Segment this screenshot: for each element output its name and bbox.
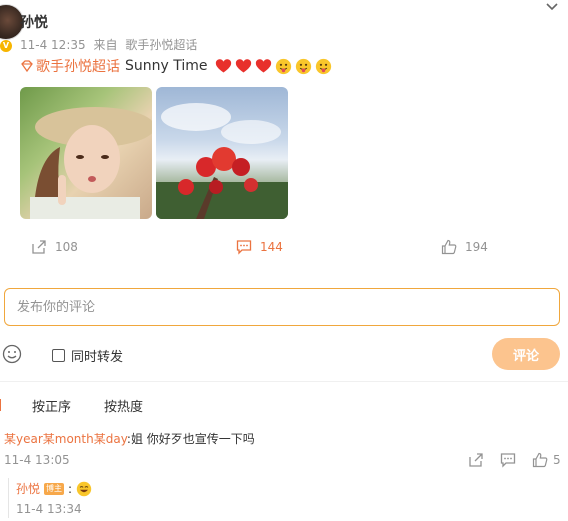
active-sort-indicator	[0, 399, 1, 411]
tongue-face-emoji-icon	[315, 58, 331, 74]
reply-text: :	[68, 481, 73, 496]
post-images	[20, 87, 288, 219]
repost-checkbox[interactable]: 同时转发	[52, 346, 123, 365]
heart-emoji-icon	[235, 58, 251, 72]
share-button[interactable]: 108	[31, 239, 78, 255]
post-source-prefix: 来自	[93, 38, 118, 52]
share-icon[interactable]	[468, 452, 484, 468]
post-source[interactable]: 歌手孙悦超话	[125, 38, 197, 52]
composer-toolbar: 同时转发 评论	[0, 338, 568, 370]
verified-badge-icon: V	[0, 40, 12, 52]
post-action-bar: 108 144 194	[0, 239, 568, 259]
like-count: 194	[465, 240, 488, 254]
comment-icon	[236, 240, 252, 255]
tongue-face-emoji-icon	[295, 58, 311, 74]
reply-user[interactable]: 孙悦	[16, 480, 40, 497]
comment-text: :姐 你好歹也宣传一下吗	[126, 432, 255, 446]
post-meta: 11-4 12:35 来自 歌手孙悦超话	[20, 36, 201, 53]
comment-icon[interactable]	[500, 452, 516, 468]
submit-comment-button[interactable]: 评论	[492, 338, 560, 370]
like-button[interactable]: 194	[441, 239, 488, 255]
laughing-face-emoji-icon	[76, 481, 92, 496]
repost-label: 同时转发	[71, 350, 124, 365]
photo-selfie[interactable]	[20, 87, 152, 219]
reply-time: 11-4 13:34	[16, 502, 82, 516]
divider	[0, 381, 568, 382]
comment-item: 某year某month某day:姐 你好歹也宣传一下吗	[4, 430, 255, 447]
comment-count: 144	[260, 240, 283, 254]
share-count: 108	[55, 240, 78, 254]
diamond-topic-icon	[21, 60, 33, 73]
chevron-down-icon[interactable]	[544, 0, 560, 14]
sort-by-time-tab[interactable]: 按正序	[32, 396, 71, 415]
topic-link[interactable]: 歌手孙悦超话	[36, 56, 120, 76]
reply-item: 孙悦 博主 :	[16, 480, 92, 497]
post-content: 歌手孙悦超话 Sunny Time	[20, 56, 332, 76]
heart-emoji-icon	[215, 58, 231, 72]
photo-red-tree[interactable]	[156, 87, 288, 219]
thumbs-up-icon	[441, 239, 457, 255]
emoji-picker-icon[interactable]	[2, 344, 22, 364]
author-badge: 博主	[44, 482, 65, 495]
post-text: Sunny Time	[125, 58, 208, 74]
sort-by-hot-tab[interactable]: 按热度	[104, 396, 143, 415]
reply-thread-line	[8, 478, 9, 518]
comment-actions: 5	[0, 452, 568, 470]
tongue-face-emoji-icon	[275, 58, 291, 74]
thumbs-up-icon[interactable]	[532, 452, 548, 468]
share-icon	[32, 240, 46, 254]
comment-user[interactable]: 某year某month某day	[4, 432, 127, 446]
heart-emoji-icon	[255, 58, 271, 72]
comment-like-count: 5	[553, 453, 561, 467]
comment-button[interactable]: 144	[236, 239, 283, 255]
post-time[interactable]: 11-4 12:35	[20, 38, 86, 52]
post-author-name[interactable]: 孙悦	[20, 12, 48, 32]
comment-input-box[interactable]	[4, 288, 560, 326]
checkbox-box[interactable]	[52, 349, 65, 362]
comment-input[interactable]	[17, 299, 547, 315]
